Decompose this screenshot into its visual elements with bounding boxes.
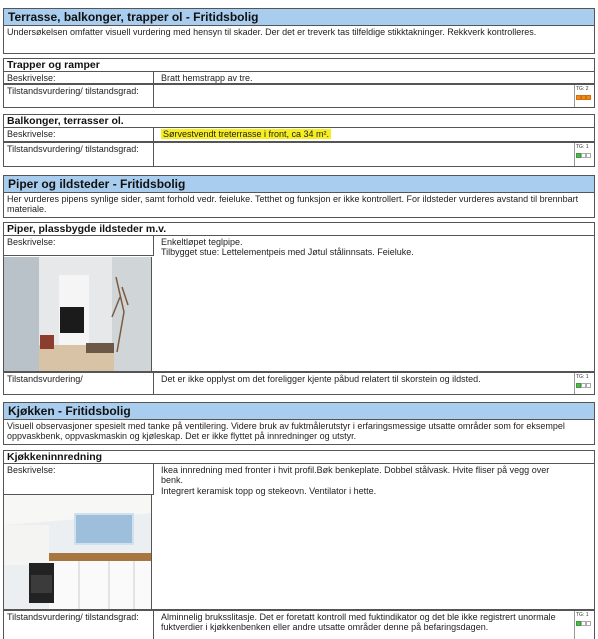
report-page: Terrasse, balkonger, trapper ol - Fritid… [0, 0, 598, 639]
condition-row: Tilstandsvurdering/ tilstandsgrad: TG: 1 [3, 142, 595, 167]
description-row: Beskrivelse: Sørvestvendt treterrasse i … [3, 127, 595, 142]
tg-level-bar [576, 621, 593, 626]
tg-level-bar [576, 153, 593, 158]
description-line: Ikea innredning med fronter i hvit profi… [161, 465, 550, 486]
section-title: Kjøkken - Fritidsbolig [3, 402, 595, 419]
highlighted-text: Sørvestvendt treterrasse i front, ca 34 … [161, 129, 332, 139]
item-title: Kjøkkeninnredning [3, 450, 595, 463]
section-intro: Her vurderes pipens synlige sider, samt … [3, 192, 595, 218]
description-label: Beskrivelse: [4, 128, 154, 141]
tg-badge-label: TG: 1 [576, 612, 589, 618]
description-value: Sørvestvendt treterrasse i front, ca 34 … [159, 128, 574, 140]
tg-level-bar [576, 383, 593, 388]
condition-label: Tilstandsvurdering/ [4, 373, 154, 394]
section-intro: Undersøkelsen omfatter visuell vurdering… [3, 25, 595, 54]
description-value: Bratt hemstrapp av tre. [161, 73, 253, 83]
condition-value [159, 85, 574, 87]
tg-badge: TG: 1 [574, 611, 594, 639]
item-title: Piper, plassbygde ildsteder m.v. [3, 222, 595, 235]
kitchen-photo [4, 495, 152, 609]
condition-row: Tilstandsvurdering/ tilstandsgrad: TG: 2 [3, 84, 595, 108]
description-value: Ikea innredning med fronter i hvit profi… [159, 464, 574, 497]
condition-label: Tilstandsvurdering/ tilstandsgrad: [4, 85, 154, 107]
condition-value [159, 143, 574, 145]
tg-badge-label: TG: 1 [576, 144, 589, 150]
section-intro: Visuell observasjoner spesielt med tanke… [3, 419, 595, 445]
description-label: Beskrivelse: [4, 236, 154, 256]
tg-badge: TG: 1 [574, 143, 594, 166]
description-line: Tilbygget stue: Lettelementpeis med Jøtu… [161, 247, 414, 258]
item-title: Trapper og ramper [3, 58, 595, 71]
description-value: Enkeltløpet teglpipe. Tilbygget stue: Le… [159, 236, 574, 259]
description-label: Beskrivelse: [4, 464, 154, 495]
condition-value: Det er ikke opplyst om det foreligger kj… [161, 374, 481, 384]
description-row: Beskrivelse: Bratt hemstrapp av tre. [3, 71, 595, 84]
condition-row: Tilstandsvurdering/ Det er ikke opplyst … [3, 372, 595, 395]
condition-label: Tilstandsvurdering/ tilstandsgrad: [4, 143, 154, 166]
condition-label: Tilstandsvurdering/ tilstandsgrad: [4, 611, 154, 639]
tg-badge-label: TG: 1 [576, 374, 589, 380]
fireplace-photo [4, 257, 152, 371]
description-line: Enkeltløpet teglpipe. [161, 237, 243, 247]
section-title: Piper og ildsteder - Fritidsbolig [3, 175, 595, 192]
description-label: Beskrivelse: [4, 72, 154, 83]
description-line: Integrert keramisk topp og stekeovn. Ven… [161, 485, 377, 496]
item-title: Balkonger, terrasser ol. [3, 114, 595, 127]
tg-badge: TG: 1 [574, 373, 594, 394]
tg-badge-label: TG: 2 [576, 86, 589, 92]
tg-level-bar [576, 95, 593, 100]
condition-value: Alminnelig bruksslitasje. Det er foretat… [161, 612, 556, 633]
tg-badge: TG: 2 [574, 85, 594, 107]
condition-row: Tilstandsvurdering/ tilstandsgrad: Almin… [3, 610, 595, 639]
section-title: Terrasse, balkonger, trapper ol - Fritid… [3, 8, 595, 25]
